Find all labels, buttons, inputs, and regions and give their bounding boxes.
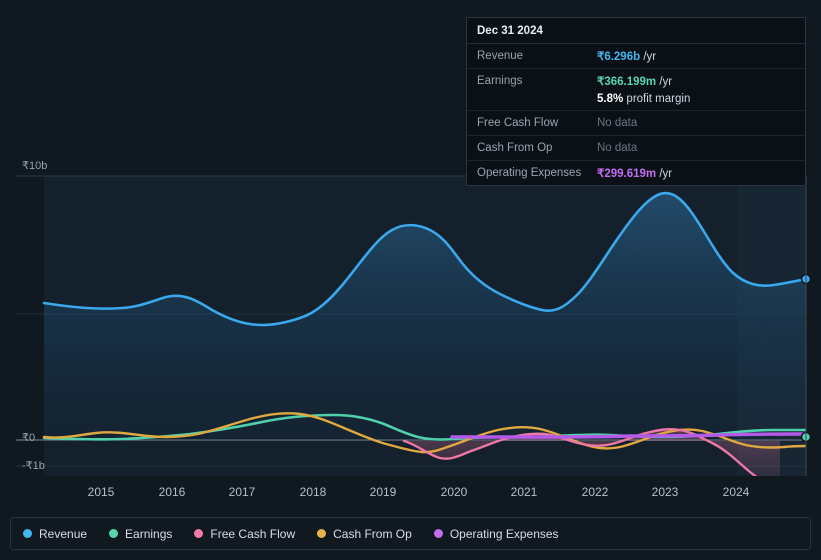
tooltip-row-profit-margin: 5.8% profit margin [467,90,805,111]
tooltip-unit-operating-expenses: /yr [659,168,673,180]
legend-label-earnings: Earnings [125,526,173,541]
legend-item-cash-from-op[interactable]: Cash From Op [317,527,412,541]
x-axis-tick-2016: 2016 [158,485,186,499]
x-axis-tick-2022: 2022 [581,485,609,499]
tooltip-label-revenue: Revenue [477,50,524,62]
x-axis-tick-2023: 2023 [651,485,679,499]
tooltip-row-free-cash-flow: Free Cash Flow No data [467,111,805,136]
x-axis-tick-2021: 2021 [510,485,538,499]
y-axis-label-zero: ₹0 [22,432,36,444]
y-axis-label-negative: -₹1b [22,460,45,472]
legend-dot-operating-expenses-icon [433,529,443,538]
tooltip-label-profit-margin: profit margin [626,93,691,105]
tooltip-value-cash-from-op: No data [597,142,638,154]
tooltip-label-free-cash-flow: Free Cash Flow [477,117,559,129]
legend-item-operating-expenses[interactable]: Operating Expenses [433,526,559,541]
tooltip-label-operating-expenses: Operating Expenses [477,167,582,179]
legend-item-free-cash-flow[interactable]: Free Cash Flow [194,527,295,541]
legend-dot-cash-from-op-icon [317,529,327,538]
legend-label-operating-expenses: Operating Expenses [449,526,559,541]
x-axis-tick-2018: 2018 [299,485,327,499]
tooltip-row-revenue: Revenue ₹6.296b /yr [467,44,805,69]
x-axis-tick-2019: 2019 [369,485,397,499]
chart-page: ₹10b ₹0 -₹1b 2015 2016 2017 2018 2019 20… [0,0,821,560]
x-axis-tick-2024: 2024 [722,485,750,499]
x-axis-tick-2015: 2015 [87,485,115,499]
chart-tooltip: Dec 31 2024 Revenue ₹6.296b /yr Earnings… [466,17,806,186]
tooltip-value-operating-expenses: ₹299.619m [597,168,657,180]
chart-legend: Revenue Earnings Free Cash Flow Cash Fro… [10,517,811,550]
legend-item-revenue[interactable]: Revenue [23,527,87,541]
tooltip-value-earnings: ₹366.199m [597,76,657,88]
tooltip-label-earnings: Earnings [477,75,523,87]
legend-dot-free-cash-flow-icon [194,529,204,538]
y-axis-label-top: ₹10b [22,160,48,172]
tooltip-row-operating-expenses: Operating Expenses ₹299.619m /yr [467,161,805,185]
tooltip-unit-earnings: /yr [659,76,673,88]
tooltip-unit-revenue: /yr [643,51,657,63]
legend-dot-revenue-icon [23,529,32,538]
tooltip-row-earnings: Earnings ₹366.199m /yr [467,69,805,90]
x-axis-tick-2020: 2020 [440,485,468,499]
legend-label-revenue: Revenue [39,526,88,541]
tooltip-label-profit-margin-spacer [477,93,597,105]
legend-item-earnings[interactable]: Earnings [109,527,172,541]
legend-label-free-cash-flow: Free Cash Flow [210,526,296,541]
tooltip-value-free-cash-flow: No data [597,117,638,129]
tooltip-row-cash-from-op: Cash From Op No data [467,136,805,161]
legend-dot-earnings-icon [109,529,119,538]
tooltip-date: Dec 31 2024 [467,18,805,44]
x-axis-tick-2017: 2017 [228,485,256,499]
tooltip-label-cash-from-op: Cash From Op [477,142,553,154]
legend-label-cash-from-op: Cash From Op [333,526,412,541]
tooltip-value-profit-margin: 5.8% [597,93,624,105]
tooltip-value-revenue: ₹6.296b [597,51,641,63]
